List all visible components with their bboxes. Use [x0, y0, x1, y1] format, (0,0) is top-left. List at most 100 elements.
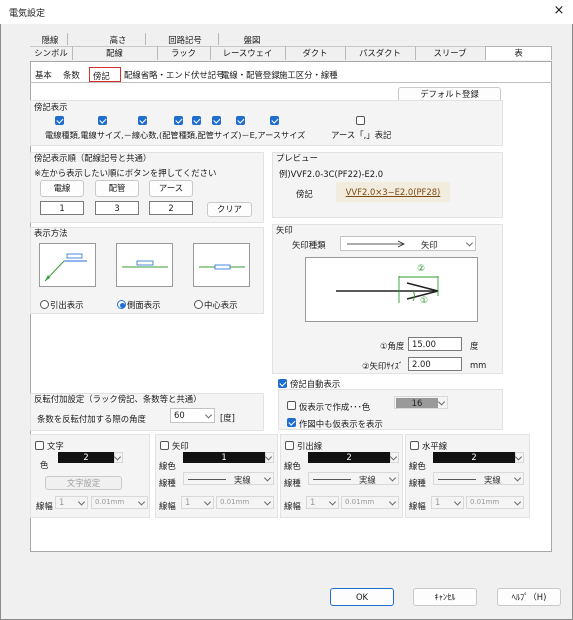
cancel-button[interactable]: ｷｬﾝｾﾙ	[413, 588, 477, 606]
text-color-value[interactable]: 2	[58, 452, 114, 463]
subtab-boki[interactable]: 傍記	[89, 67, 121, 82]
text-width-mm-select[interactable]: 0.01mm	[91, 496, 148, 509]
tab-panel-diagram[interactable]: 盤図	[235, 34, 269, 46]
order-pipe-field[interactable]: 3	[95, 201, 139, 215]
line-sample	[188, 479, 226, 480]
rotate-angle-select[interactable]: 60	[170, 408, 215, 423]
close-icon[interactable]: ×	[548, 2, 570, 20]
tab-rack[interactable]: ラック	[157, 46, 210, 60]
auto-boki-checkbox[interactable]	[278, 379, 287, 388]
order-earth-field[interactable]: 2	[149, 201, 193, 215]
radio-side[interactable]	[117, 300, 126, 309]
chevron-down-icon	[328, 497, 337, 506]
leader-display-image[interactable]	[39, 243, 96, 287]
leader-color-dropdown[interactable]	[389, 452, 399, 463]
order-wire-button[interactable]: 電線	[40, 180, 84, 197]
leader-linetype-label: 線種	[284, 478, 301, 488]
side-display-image[interactable]	[116, 243, 173, 287]
text-settings-button[interactable]: 文字設定	[45, 476, 122, 490]
check-earth-comma[interactable]	[356, 116, 365, 125]
tab-symbol[interactable]: シンボル	[30, 46, 72, 60]
clear-button[interactable]: クリア	[207, 202, 252, 217]
radio-leader[interactable]	[40, 300, 49, 309]
rotate-label: 条数を反転付加する際の角度	[37, 414, 146, 424]
check-wire-type[interactable]	[55, 116, 64, 125]
chevron-down-icon	[264, 452, 273, 461]
check-paren-open[interactable]	[192, 116, 201, 125]
tab-divider	[157, 46, 158, 60]
subtab-wire-register[interactable]: 電線・配管登録	[218, 67, 283, 82]
arrow-title: 矢印	[276, 225, 293, 235]
chevron-down-icon	[465, 238, 474, 247]
check-core-count[interactable]	[174, 116, 183, 125]
arrow-color-dropdown[interactable]	[264, 452, 274, 463]
arrow-props-checkbox[interactable]	[160, 441, 169, 450]
arrow-type-select[interactable]: 矢印	[340, 236, 476, 251]
text-props-checkbox[interactable]	[35, 441, 44, 450]
tab-divider	[210, 46, 211, 60]
chevron-down-icon	[113, 452, 122, 461]
tab-height[interactable]: 高さ	[98, 34, 138, 46]
horizontal-color-label: 線色	[409, 461, 426, 471]
leader-color-value[interactable]: 2	[308, 452, 390, 463]
tab-circuit-symbol[interactable]: 回路記号	[160, 34, 210, 46]
horizontal-width-select[interactable]: 1	[431, 496, 464, 509]
leader-linetype-value: 実線	[359, 475, 376, 485]
check-wire-size[interactable]	[98, 116, 107, 125]
text-props-title: 文字	[47, 441, 64, 451]
radio-center[interactable]	[194, 300, 203, 309]
order-pipe-button[interactable]: 配管	[95, 180, 139, 197]
preview-title: プレビュー	[276, 153, 318, 163]
provisional-checkbox[interactable]	[287, 401, 296, 410]
arrow-linetype-select[interactable]: 実線	[183, 472, 274, 485]
tab-table[interactable]: 表	[485, 46, 552, 60]
leader-props-checkbox[interactable]	[285, 441, 294, 450]
arrow-angle-input[interactable]: 15.00	[408, 337, 462, 351]
horizontal-linetype-select[interactable]: 実線	[433, 472, 524, 485]
leader-width-select[interactable]: 1	[306, 496, 339, 509]
horizontal-width-mm-select[interactable]: 0.01mm	[466, 496, 524, 509]
check-earth-size[interactable]	[270, 116, 279, 125]
horizontal-width-mm-value: 0.01mm	[470, 498, 500, 506]
arrow-size-input[interactable]: 2.00	[408, 357, 462, 371]
text-width-select[interactable]: 1	[55, 496, 88, 509]
help-button[interactable]: ﾍﾙﾌﾟ（H)	[497, 588, 561, 606]
horizontal-props-checkbox[interactable]	[410, 441, 419, 450]
check-pipe-type[interactable]	[212, 116, 221, 125]
horizontal-width-label: 線幅	[409, 501, 426, 511]
tab-raceway[interactable]: レースウェイ	[210, 46, 285, 60]
order-earth-button[interactable]: アース	[149, 180, 193, 197]
provisional-color-select[interactable]: 16	[394, 396, 448, 409]
tab-hidden-line[interactable]: 隠線	[33, 34, 67, 46]
check-dash-1[interactable]	[138, 116, 147, 125]
order-wire-field[interactable]: 1	[40, 201, 84, 215]
check-pipe-size[interactable]	[236, 116, 245, 125]
in-drawing-checkbox[interactable]	[287, 418, 296, 427]
leader-width-mm-select[interactable]: 0.01mm	[341, 496, 399, 509]
horizontal-props-title: 水平線	[422, 441, 448, 451]
horizontal-color-dropdown[interactable]	[514, 452, 524, 463]
arrow-width-select[interactable]: 1	[181, 496, 214, 509]
subtab-construction[interactable]: 施工区分・線種	[276, 67, 341, 82]
boki-display-title: 傍記表示	[34, 102, 68, 112]
subtab-basic[interactable]: 基本	[32, 67, 55, 82]
arrow-color-value[interactable]: 1	[183, 452, 265, 463]
tab-wiring[interactable]: 配線	[72, 46, 157, 60]
window-title: 電気設定	[9, 9, 46, 19]
tab-sleeve[interactable]: スリーブ	[415, 46, 485, 60]
subtab-count[interactable]: 条数	[60, 67, 83, 82]
chevron-down-icon	[77, 497, 86, 506]
arrow-angle-label: ①角度	[380, 341, 405, 351]
leader-linetype-select[interactable]: 実線	[308, 472, 399, 485]
arrow-width-mm-select[interactable]: 0.01mm	[216, 496, 274, 509]
tab-bus-duct[interactable]: パスダクト	[345, 46, 415, 60]
center-display-image[interactable]	[193, 243, 250, 287]
tab-duct[interactable]: ダクト	[285, 46, 345, 60]
title-bar	[0, 0, 573, 24]
chevron-down-icon	[453, 497, 462, 506]
text-color-dropdown[interactable]	[113, 452, 123, 463]
horizontal-color-value[interactable]: 2	[433, 452, 515, 463]
horizontal-linetype-value: 実線	[484, 475, 501, 485]
ok-button[interactable]: OK	[330, 588, 394, 606]
subtab-omit-symbol[interactable]: 配線省略・エンド伏せ記号	[121, 67, 228, 82]
